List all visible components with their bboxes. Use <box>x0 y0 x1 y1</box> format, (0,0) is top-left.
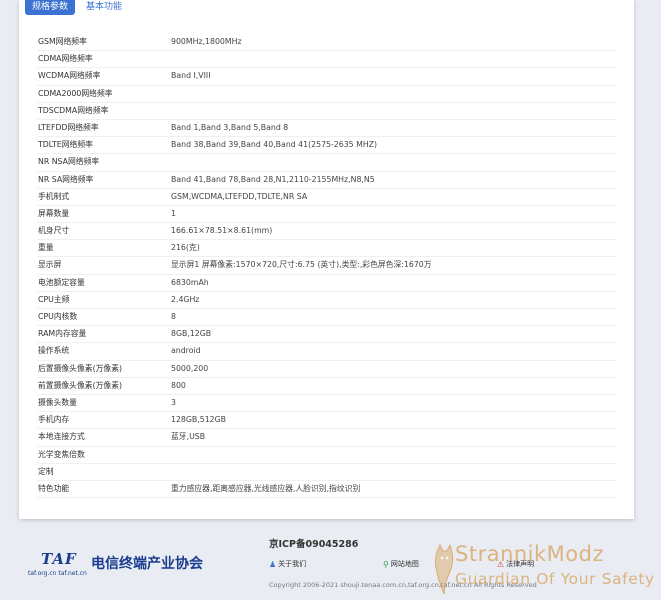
spec-row: CDMA2000网络频率 <box>37 86 617 103</box>
spec-label: 操作系统 <box>38 346 70 356</box>
spec-row: 操作系统 android <box>37 343 617 361</box>
spec-row: 定制 <box>37 464 617 481</box>
spec-row: 摄像头数量 3 <box>37 395 617 413</box>
spec-value: 6830mAh <box>171 277 209 287</box>
spec-value: 5000,200 <box>171 363 209 373</box>
spec-row: TDLTE网络频率 Band 38,Band 39,Band 40,Band 41… <box>37 137 617 155</box>
spec-value: 800 <box>171 380 186 390</box>
spec-row: CDMA网络频率 <box>37 51 617 69</box>
taf-logo[interactable]: TAF <box>41 550 77 568</box>
spec-row: 手机内存 128GB,512GB <box>37 412 617 430</box>
spec-table: GSM网络频率 900MHz,1800MHz CDMA网络频率 WCDMA网络频率 Ba… <box>37 34 617 499</box>
spec-label: TDSCDMA网络频率 <box>38 105 109 115</box>
tab-specs[interactable]: 规格参数 <box>25 0 76 15</box>
spec-row: 特色功能 重力感应器,距离感应器,光线感应器,人脸识别,指纹识别 <box>37 481 617 499</box>
spec-value: 显示屏1 屏幕像素:1570×720,尺寸:6.75 (英寸),类型:,彩色屏色… <box>171 260 432 270</box>
spec-value: 128GB,512GB <box>171 415 227 425</box>
sitemap-label: 网站地图 <box>390 560 419 568</box>
spec-label: 机身尺寸 <box>38 226 70 236</box>
spec-row: LTEFDD网络频率 Band 1,Band 3,Band 5,Band 8 <box>37 120 617 138</box>
spec-value: android <box>171 346 201 356</box>
spec-label: TDLTE网络频率 <box>38 140 93 150</box>
spec-value: 216(克) <box>171 243 200 253</box>
spec-row: GSM网络频率 900MHz,1800MHz <box>37 34 617 52</box>
spec-label: NR SA网络频率 <box>38 174 94 184</box>
spec-value: 900MHz,1800MHz <box>171 37 242 46</box>
spec-label: 前置摄像头像素(万像素) <box>38 380 123 390</box>
spec-label: CPU主频 <box>38 294 70 304</box>
spec-label: RAM内存容量 <box>38 329 87 339</box>
spec-label: 定制 <box>38 466 54 476</box>
spec-value: 8 <box>171 312 176 321</box>
spec-label: 手机内存 <box>38 415 70 425</box>
spec-row: 屏幕数量 1 <box>37 206 617 224</box>
spec-label: 电池额定容量 <box>38 277 85 287</box>
spec-row: CPU主频 2.4GHz <box>37 292 617 309</box>
spec-row: 电池额定容量 6830mAh <box>37 275 617 292</box>
spec-row: 本地连接方式 蓝牙,USB <box>37 429 617 447</box>
spec-row: 手机制式 GSM,WCDMA,LTEFDD,TDLTE,NR SA <box>37 189 617 206</box>
legal-link[interactable]: ⚠ 法律声明 <box>497 559 534 569</box>
logo-urls: taf.org.cn taf.net.cn <box>28 570 87 577</box>
spec-value: Band 41,Band 78,Band 28,N1,2110-2155MHz,… <box>171 174 375 184</box>
sitemap-link[interactable]: ⚲ 网站地图 <box>383 559 419 569</box>
spec-row: TDSCDMA网络频率 <box>37 103 617 120</box>
about-us-link[interactable]: ♟ 关于我们 <box>269 559 306 569</box>
spec-label: NR NSA网络频率 <box>38 157 100 167</box>
spec-row: 重量 216(克) <box>37 240 617 258</box>
spec-value: GSM,WCDMA,LTEFDD,TDLTE,NR SA <box>171 191 308 201</box>
site-footer: TAF 电信终端产业协会 taf.org.cn taf.net.cn 京ICP备… <box>19 526 634 600</box>
spec-label: 显示屏 <box>38 260 62 270</box>
spec-label: 手机制式 <box>38 191 70 201</box>
spec-label: 屏幕数量 <box>38 208 70 218</box>
spec-row: 机身尺寸 166.61×78.51×8.61(mm) <box>37 223 617 241</box>
spec-row: WCDMA网络频率 Band I,VIII <box>37 68 617 86</box>
spec-label: 特色功能 <box>38 483 70 493</box>
spec-label: 摄像头数量 <box>38 397 77 407</box>
spec-value: 蓝牙,USB <box>171 432 206 442</box>
spec-value: 重力感应器,距离感应器,光线感应器,人脸识别,指纹识别 <box>171 483 361 493</box>
tab-bar: 规格参数 基本功能 <box>25 0 130 18</box>
spec-row: 光学变焦倍数 <box>37 447 617 464</box>
association-name: 电信终端产业协会 <box>91 556 203 572</box>
spec-row: 显示屏 显示屏1 屏幕像素:1570×720,尺寸:6.75 (英寸),类型:,彩… <box>37 257 617 275</box>
spec-label: 本地连接方式 <box>38 432 85 442</box>
about-us-label: 关于我们 <box>278 560 307 568</box>
spec-value: Band I,VIII <box>171 71 211 81</box>
spec-value: Band 38,Band 39,Band 40,Band 41(2575-263… <box>171 140 378 150</box>
spec-label: GSM网络频率 <box>38 37 87 46</box>
spec-value: 1 <box>171 208 176 218</box>
spec-row: NR NSA网络频率 <box>37 154 617 172</box>
spec-value: 166.61×78.51×8.61(mm) <box>171 226 273 236</box>
spec-row: NR SA网络频率 Band 41,Band 78,Band 28,N1,2110… <box>37 172 617 189</box>
legal-icon: ⚠ <box>497 559 505 569</box>
spec-card: 规格参数 基本功能 GSM网络频率 900MHz,1800MHz CDMA网络频率 W… <box>19 0 634 519</box>
people-icon: ♟ <box>269 559 277 569</box>
spec-value: 8GB,12GB <box>171 329 212 339</box>
spec-label: LTEFDD网络频率 <box>38 122 99 132</box>
spec-label: CDMA网络频率 <box>38 54 93 64</box>
spec-label: WCDMA网络频率 <box>38 71 101 81</box>
spec-label: CDMA2000网络频率 <box>38 88 113 98</box>
legal-label: 法律声明 <box>506 560 535 568</box>
spec-value: Band 1,Band 3,Band 5,Band 8 <box>171 122 289 132</box>
spec-row: 前置摄像头像素(万像素) 800 <box>37 378 617 395</box>
spec-label: 后置摄像头像素(万像素) <box>38 363 123 373</box>
copyright-text: Copyright 2006-2021 shouji.tenaa.com.cn,… <box>269 581 537 589</box>
tab-basic-functions[interactable]: 基本功能 <box>78 0 130 15</box>
spec-label: 光学变焦倍数 <box>38 449 85 459</box>
spec-label: CPU内核数 <box>38 312 78 321</box>
spec-row: RAM内存容量 8GB,12GB <box>37 326 617 344</box>
spec-row: CPU内核数 8 <box>37 309 617 327</box>
spec-label: 重量 <box>38 243 54 253</box>
spec-value: 2.4GHz <box>171 294 200 304</box>
location-icon: ⚲ <box>383 559 389 569</box>
icp-number: 京ICP备09045286 <box>269 539 359 550</box>
spec-row: 后置摄像头像素(万像素) 5000,200 <box>37 361 617 378</box>
spec-value: 3 <box>171 397 176 407</box>
